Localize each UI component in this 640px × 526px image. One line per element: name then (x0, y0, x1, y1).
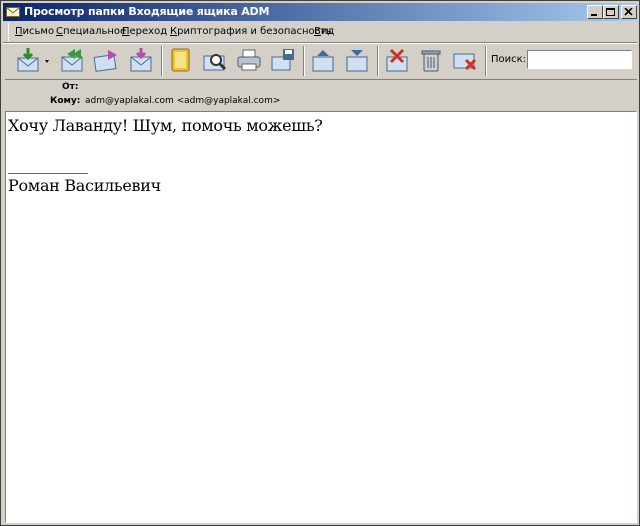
toolbar-separator (161, 46, 163, 76)
to-label: Кому: (50, 96, 81, 106)
get-mail-dropdown[interactable] (43, 46, 53, 74)
next-icon (346, 50, 368, 72)
minimize-button[interactable] (587, 5, 603, 19)
print-button[interactable] (235, 46, 263, 74)
next-button[interactable] (343, 46, 371, 74)
save-button[interactable] (269, 46, 297, 74)
address-book-button[interactable] (167, 46, 195, 74)
message-header: От: Кому: adm@yaplakal.com <adm@yaplakal… (5, 79, 637, 111)
main-window: Просмотр папки Входящие ящика ADM Письмо… (0, 0, 640, 526)
envelope-delete-icon (453, 53, 477, 71)
reply-all-button[interactable] (58, 46, 86, 74)
menu-item-special[interactable]: Специальное (56, 26, 126, 37)
message-body[interactable]: Хочу Лаванду! Шум, помочь можешь? ______… (5, 111, 637, 523)
delete-button[interactable] (417, 46, 445, 74)
printer-icon (237, 49, 261, 71)
close-button[interactable] (621, 5, 637, 19)
envelope-app-icon (6, 7, 20, 17)
toolbar-separator (303, 46, 305, 76)
menu-bar: Письмо Специальное Переход Криптография … (8, 23, 337, 41)
get-mail-icon (17, 48, 39, 72)
previous-button[interactable] (309, 46, 337, 74)
search-label: Поиск: (491, 54, 527, 65)
toolbar: Поиск: (3, 44, 637, 79)
signature-separator: __________ (8, 155, 88, 174)
forward-icon (93, 50, 117, 72)
menu-item-go[interactable]: Переход (122, 26, 167, 37)
address-book-icon (171, 48, 190, 72)
signature-name: Роман Васильевич (8, 176, 161, 195)
envelope-arrow-icon (130, 48, 152, 72)
title-bar[interactable]: Просмотр папки Входящие ящика ADM (3, 3, 637, 21)
menu-item-view[interactable]: Вид (314, 26, 334, 37)
close-icon (624, 8, 633, 16)
reply-all-icon (61, 49, 83, 72)
toolbar-separator (485, 46, 487, 76)
maximize-button[interactable] (603, 5, 619, 19)
forward-button[interactable] (92, 46, 120, 74)
search-messages-button[interactable] (201, 46, 229, 74)
message-text: Хочу Лаванду! Шум, помочь можешь? (8, 116, 323, 135)
to-value[interactable]: adm@yaplakal.com <adm@yaplakal.com> (85, 96, 280, 106)
chevron-down-icon (45, 60, 49, 63)
magnifier-envelope-icon (203, 54, 227, 71)
trash-icon (421, 50, 441, 72)
maximize-icon (606, 8, 615, 16)
minimize-icon (591, 14, 597, 16)
from-label: От: (62, 82, 79, 92)
menu-item-letter[interactable]: Письмо (15, 26, 54, 37)
get-mail-button[interactable] (15, 46, 43, 74)
spam-icon (386, 48, 408, 72)
send-receive-button[interactable] (127, 46, 155, 74)
toolbar-separator (377, 46, 379, 76)
delete-block-button[interactable] (451, 46, 479, 74)
menu-item-crypto[interactable]: Криптография и безопасность (170, 26, 332, 37)
window-title: Просмотр папки Входящие ящика ADM (24, 5, 270, 18)
search-input[interactable] (527, 50, 632, 69)
mark-spam-button[interactable] (383, 46, 411, 74)
previous-icon (312, 50, 334, 72)
save-icon (271, 49, 294, 71)
